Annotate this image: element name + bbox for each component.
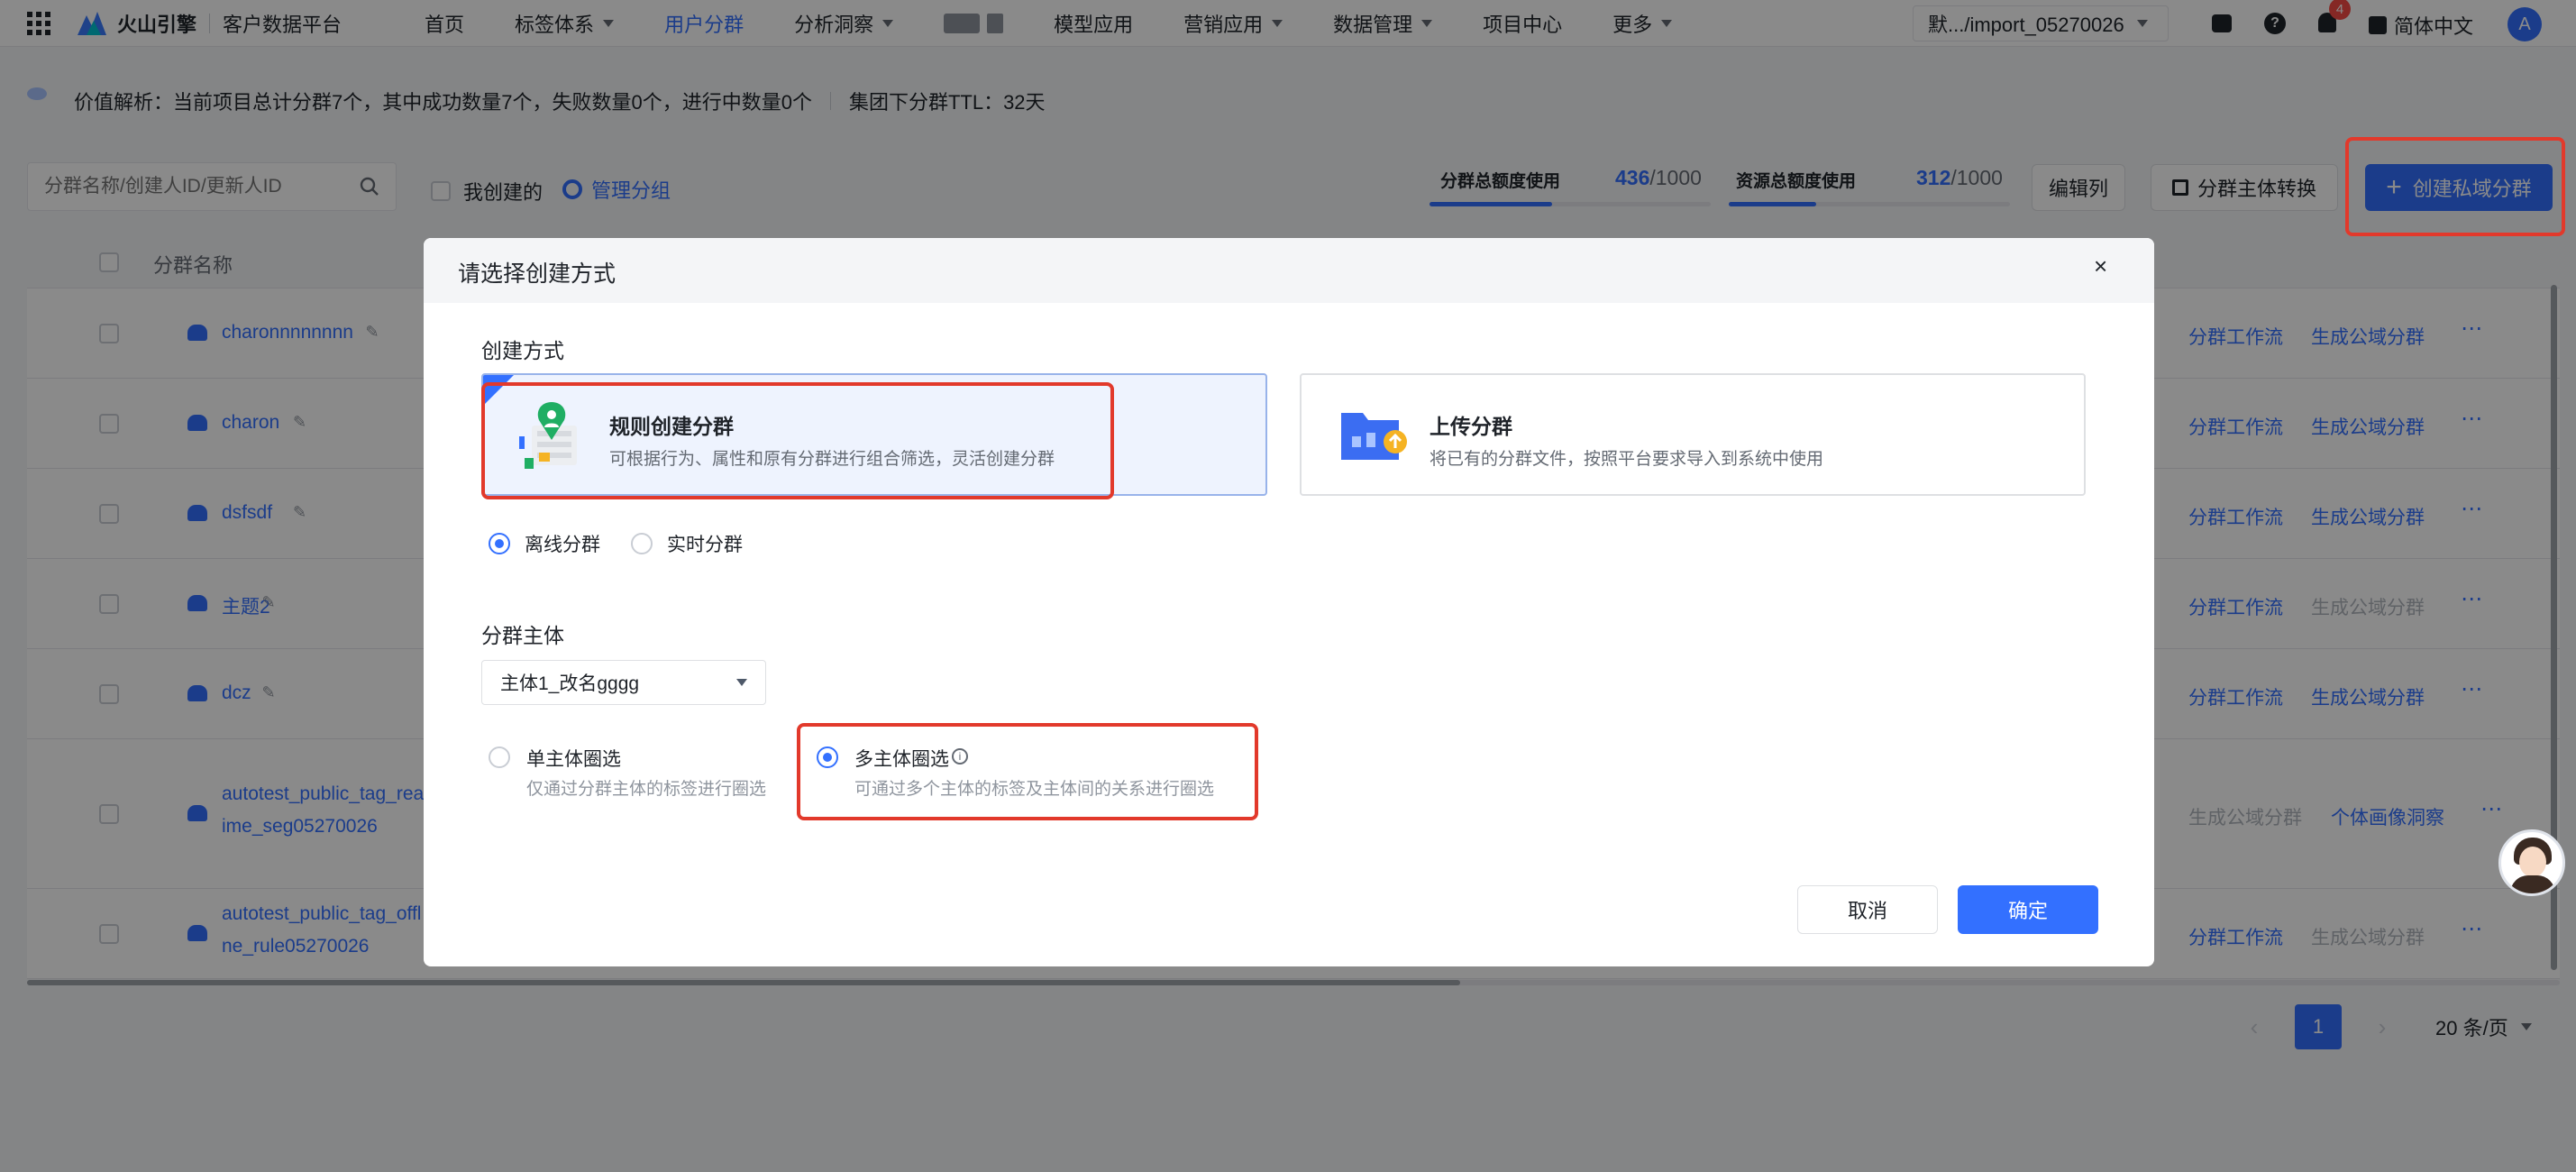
section-subject-label: 分群主体 [481, 624, 564, 647]
radio-offline-control[interactable] [489, 533, 510, 554]
single-subject-radio[interactable] [489, 746, 510, 768]
upload-segment-desc: 将已有的分群文件，按照平台要求导入到系统中使用 [1430, 450, 1824, 469]
dialog-header [424, 238, 2154, 303]
radio-realtime-control[interactable] [631, 533, 653, 554]
upload-segment-card[interactable]: 上传分群 将已有的分群文件，按照平台要求导入到系统中使用 [1300, 373, 2086, 496]
dialog-title: 请选择创建方式 [458, 261, 617, 287]
confirm-button[interactable]: 确定 [1958, 885, 2098, 934]
single-subject-title: 单主体圈选 [526, 749, 621, 770]
chevron-down-icon [736, 679, 747, 686]
rule-create-highlight [481, 382, 1114, 499]
cancel-button[interactable]: 取消 [1797, 885, 1938, 934]
single-subject-option[interactable]: 单主体圈选 仅通过分群主体的标签进行圈选 [489, 741, 804, 804]
radio-realtime[interactable]: 实时分群 [631, 530, 743, 557]
assistant-avatar[interactable] [2498, 829, 2565, 896]
multi-subject-highlight [797, 723, 1258, 820]
subject-select-value: 主体1_改名gggg [500, 673, 640, 694]
upload-folder-icon [1341, 413, 1407, 460]
create-method-dialog: 请选择创建方式 × 创建方式 规则创建分群 可根据行为、属性和原有分群进行组合筛… [424, 238, 2154, 966]
radio-realtime-label: 实时分群 [667, 535, 743, 555]
radio-offline[interactable]: 离线分群 [489, 530, 600, 557]
section-method-label: 创建方式 [481, 339, 564, 362]
single-subject-desc: 仅通过分群主体的标签进行圈选 [526, 780, 767, 799]
create-private-segment-highlight [2345, 137, 2565, 236]
close-icon[interactable]: × [2094, 254, 2107, 278]
upload-segment-title: 上传分群 [1430, 415, 1512, 438]
radio-offline-label: 离线分群 [525, 535, 600, 555]
subject-select[interactable]: 主体1_改名gggg [481, 660, 766, 705]
